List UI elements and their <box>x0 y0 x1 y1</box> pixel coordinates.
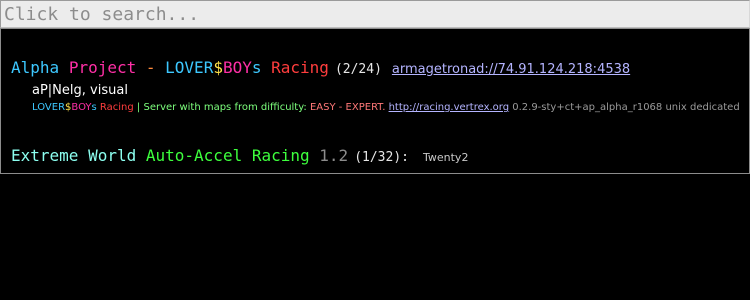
server-name-segment: 1.2 <box>319 146 349 165</box>
server-entry[interactable]: Alpha Project - LOVER$BOYs Racing (2/24) a… <box>11 57 740 115</box>
server-name-segment: - <box>136 58 166 77</box>
server-list[interactable]: Alpha Project - LOVER$BOYs Racing (2/24) a… <box>0 28 750 174</box>
server-title-line: Alpha Project - LOVER$BOYs Racing (2/24) a… <box>11 57 731 81</box>
description-segment: | Server with maps from difficulty: <box>133 102 310 113</box>
server-name: Alpha Project - LOVER$BOYs Racing <box>11 58 329 77</box>
description-segment: EASY - EXPERT. <box>309 102 386 113</box>
description-text: LOVER$BOYs Racing | Server with maps fro… <box>32 102 389 113</box>
server-name-segment <box>59 58 69 77</box>
description-segment: BOY <box>71 102 92 113</box>
server-name-segment: BOY <box>222 58 252 77</box>
search-bar[interactable] <box>0 0 750 28</box>
player-list: aP|Nelg, visual <box>32 83 128 98</box>
server-name-segment: LOVER <box>165 58 214 77</box>
player-list: Twenty2 <box>422 151 469 164</box>
search-input[interactable] <box>4 3 744 25</box>
server-name: Extreme World Auto-Accel Racing 1.2 <box>11 146 348 165</box>
server-name-segment: Extreme World <box>11 146 137 165</box>
server-name-segment: s <box>251 58 272 77</box>
server-name-segment: Project <box>68 58 137 77</box>
server-entry[interactable]: Extreme World Auto-Accel Racing 1.2 (1/32… <box>11 145 731 169</box>
server-name-segment: Auto-Accel Racing <box>145 146 310 165</box>
player-count: (2/24) <box>334 62 382 77</box>
server-name-segment: $ <box>213 58 223 77</box>
server-title-line: Extreme World Auto-Accel Racing 1.2 (1/32… <box>11 145 731 169</box>
description-segment: LOVER <box>32 102 66 113</box>
description-link[interactable]: http://racing.vertrex.org <box>389 102 509 113</box>
server-name-segment: Racing <box>271 58 329 77</box>
server-name-segment: Alpha <box>11 58 60 77</box>
player-count: (1/32): <box>354 150 409 165</box>
description-segment: Racing <box>99 102 134 113</box>
server-description: LOVER$BOYs Racing | Server with maps fro… <box>32 101 740 115</box>
server-version: 0.2.9-sty+ct+ap_alpha_r1068 unix dedicat… <box>509 102 740 113</box>
server-address-link[interactable]: armagetronad://74.91.124.218:4538 <box>392 62 630 77</box>
server-name-segment <box>310 146 320 165</box>
description-segment: s <box>91 102 100 113</box>
server-name-segment <box>136 146 146 165</box>
